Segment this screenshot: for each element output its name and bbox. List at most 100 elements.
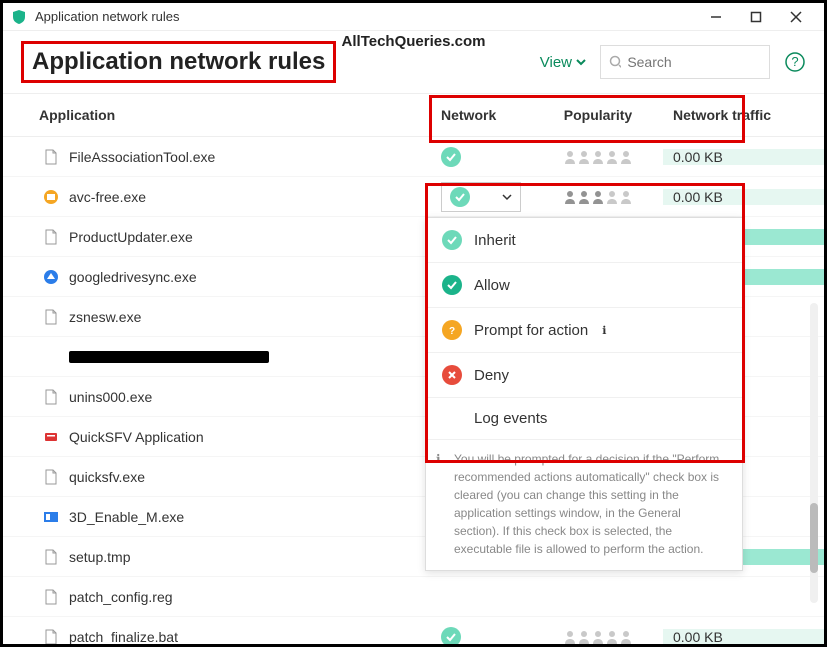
app-name: avc-free.exe [69, 189, 146, 205]
popularity-person-icon [578, 150, 590, 164]
popularity-person-icon [592, 150, 604, 164]
traffic-cell: 0.00 KB [663, 629, 824, 645]
popularity-person-icon [564, 150, 576, 164]
app-cell: FileAssociationTool.exe [3, 149, 433, 165]
minimize-button[interactable] [696, 6, 736, 28]
col-traffic[interactable]: Network traffic [663, 107, 824, 123]
file-icon [43, 149, 59, 165]
app-name: unins000.exe [69, 389, 152, 405]
app-cell: unins000.exe [3, 389, 433, 405]
popularity-cell [533, 630, 663, 644]
file-icon [43, 589, 59, 605]
popularity-person-icon [606, 190, 618, 204]
app-cell: ProductUpdater.exe [3, 229, 433, 245]
traffic-cell: 0.00 KB [663, 149, 824, 165]
file-icon [43, 629, 59, 645]
help-icon: ? [784, 51, 806, 73]
dropdown-info-note: You will be prompted for a decision if t… [426, 440, 742, 570]
app-name: QuickSFV Application [69, 429, 204, 445]
app-name: patch_config.reg [69, 589, 173, 605]
dropdown-option-deny[interactable]: Deny [426, 353, 742, 398]
app-name: googledrivesync.exe [69, 269, 197, 285]
file-icon [43, 229, 59, 245]
status-icon [442, 365, 462, 385]
popularity-person-icon [606, 630, 618, 644]
table-row[interactable]: patch_config.reg [3, 577, 824, 617]
app-cell: patch_finalize.bat [3, 629, 433, 645]
popularity-person-icon [564, 190, 576, 204]
search-box[interactable] [600, 45, 770, 79]
app-cell: 3D_Enable_M.exe [3, 509, 433, 525]
svg-text:?: ? [791, 54, 798, 69]
popularity-cell [533, 150, 663, 164]
app-name: 3D_Enable_M.exe [69, 509, 184, 525]
app-name: quicksfv.exe [69, 469, 145, 485]
app-cell [3, 349, 433, 365]
popularity-person-icon [620, 630, 632, 644]
app-cell: QuickSFV Application [3, 429, 433, 445]
window-title: Application network rules [35, 9, 696, 24]
col-popularity[interactable]: Popularity [533, 107, 663, 123]
dropdown-option-log-events[interactable]: Log events [426, 398, 742, 440]
redacted-name [69, 351, 269, 363]
table-row[interactable]: FileAssociationTool.exe 0.00 KB [3, 137, 824, 177]
app-cell: zsnesw.exe [3, 309, 433, 325]
app-name: zsnesw.exe [69, 309, 141, 325]
app-name: FileAssociationTool.exe [69, 149, 215, 165]
help-button[interactable]: ? [784, 51, 806, 73]
col-network[interactable]: Network [433, 107, 533, 123]
app-cell: setup.tmp [3, 549, 433, 565]
app-cell: avc-free.exe [3, 189, 433, 205]
file-icon [43, 429, 59, 445]
file-icon [43, 349, 59, 365]
search-icon [609, 55, 621, 69]
status-icon [442, 230, 462, 250]
file-icon [43, 309, 59, 325]
chevron-down-icon [576, 57, 586, 67]
app-name: patch_finalize.bat [69, 629, 178, 645]
table-row[interactable]: patch_finalize.bat 0.00 KB [3, 617, 824, 647]
file-icon [43, 549, 59, 565]
network-rule-dropdown: Inherit Allow? Prompt for action ℹ Deny Log e… [425, 217, 743, 571]
app-name: setup.tmp [69, 549, 130, 565]
vertical-scrollbar[interactable] [810, 303, 818, 603]
info-icon: ℹ [602, 324, 606, 337]
col-application[interactable]: Application [3, 107, 433, 123]
dropdown-option-label: Prompt for action [474, 322, 588, 339]
network-cell [433, 627, 533, 647]
traffic-cell: 0.00 KB [663, 189, 824, 205]
scroll-thumb[interactable] [810, 503, 818, 573]
dropdown-option-inherit[interactable]: Inherit [426, 218, 742, 263]
window-controls [696, 6, 816, 28]
dropdown-option-allow[interactable]: Allow [426, 263, 742, 308]
svg-text:?: ? [449, 326, 455, 336]
app-icon [11, 9, 27, 25]
dropdown-option-label: Deny [474, 367, 509, 384]
close-button[interactable] [776, 6, 816, 28]
dropdown-option-label: Inherit [474, 232, 516, 249]
status-icon: ? [442, 320, 462, 340]
popularity-person-icon [606, 150, 618, 164]
network-cell [433, 147, 533, 167]
file-icon [43, 269, 59, 285]
popularity-person-icon [578, 630, 590, 644]
view-dropdown[interactable]: View [540, 54, 586, 71]
status-icon [450, 187, 470, 207]
maximize-button[interactable] [736, 6, 776, 28]
file-icon [43, 509, 59, 525]
search-input[interactable] [627, 54, 761, 70]
popularity-person-icon [578, 190, 590, 204]
dropdown-option-label: Allow [474, 277, 510, 294]
app-cell: patch_config.reg [3, 589, 433, 605]
file-icon [43, 189, 59, 205]
network-rule-selector[interactable] [441, 182, 521, 212]
dropdown-option-prompt-for-action[interactable]: ? Prompt for action ℹ [426, 308, 742, 353]
status-icon [442, 275, 462, 295]
dropdown-option-label: Log events [474, 410, 547, 427]
page-title: Application network rules [32, 48, 325, 76]
page-title-highlight: Application network rules [21, 41, 336, 83]
app-cell: quicksfv.exe [3, 469, 433, 485]
popularity-cell [533, 190, 663, 204]
status-icon [441, 147, 461, 167]
table-row[interactable]: avc-free.exe 0.00 KB [3, 177, 824, 217]
